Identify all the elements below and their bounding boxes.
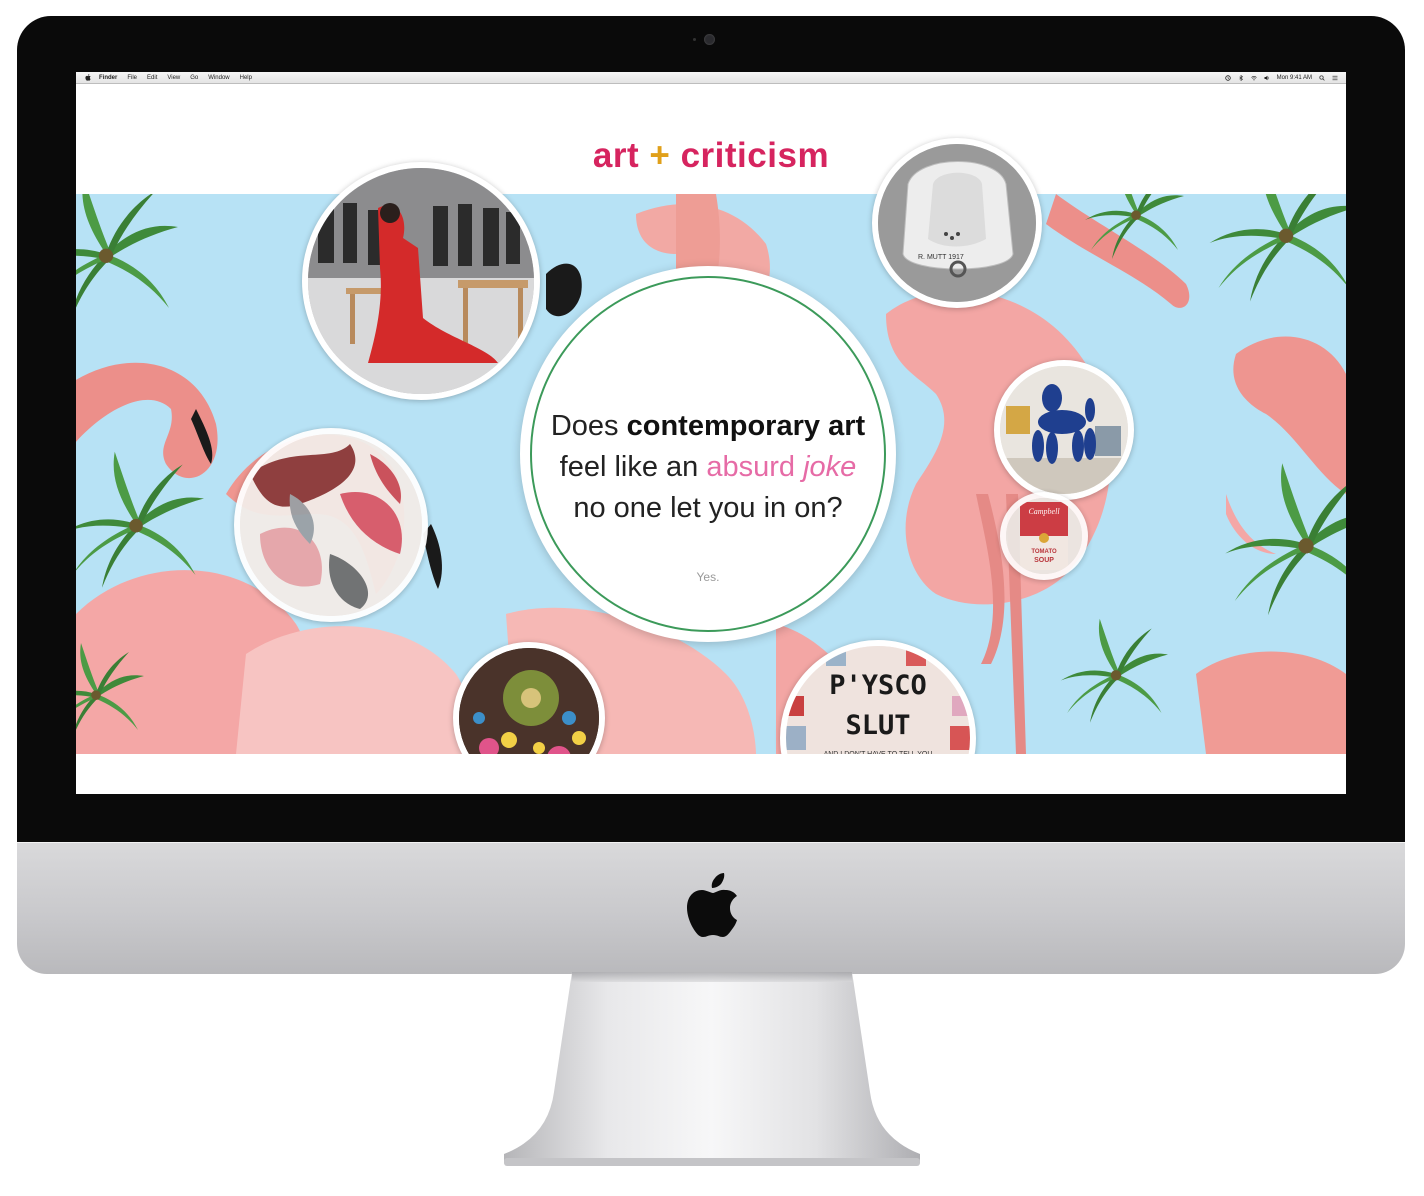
soup-brand: Campbell — [1028, 507, 1060, 516]
question-line-1: Does contemporary art — [520, 406, 896, 447]
artwork-soup-can-circle[interactable]: Campbell TOMATO SOUP — [1000, 492, 1088, 580]
page-below-hero — [76, 754, 1346, 794]
hero-question: Does contemporary art feel like an absur… — [520, 406, 896, 529]
menu-help[interactable]: Help — [240, 75, 252, 81]
question-line-2: feel like an absurd joke — [520, 447, 896, 488]
screen: Finder File Edit View Go Window Help Mon… — [76, 72, 1346, 794]
marbled-painting-image — [240, 434, 422, 616]
time-machine-icon[interactable] — [1224, 74, 1231, 81]
spotlight-search-icon[interactable] — [1319, 74, 1325, 81]
performance-art-image — [308, 168, 534, 394]
menu-edit[interactable]: Edit — [147, 75, 157, 81]
artwork-marbled-circle[interactable] — [234, 428, 428, 622]
artwork-balloon-dog-circle[interactable] — [994, 360, 1134, 500]
title-art: art — [592, 136, 640, 175]
question-line-3: no one let you in on? — [573, 492, 843, 524]
title-criticism: criticism — [680, 136, 830, 175]
wifi-icon[interactable] — [1250, 75, 1257, 81]
volume-icon[interactable] — [1264, 75, 1270, 81]
menu-window[interactable]: Window — [208, 75, 229, 81]
menubar-extras: Mon 9:41 AM — [1224, 72, 1338, 83]
title-plus: + — [649, 136, 671, 175]
question-absurd: absurd — [706, 451, 804, 483]
question-feel-like: feel like an — [559, 451, 707, 483]
soup-line2: SOUP — [1034, 557, 1054, 564]
menubar-clock[interactable]: Mon 9:41 AM — [1277, 75, 1312, 81]
soup-can-image: Campbell TOMATO SOUP — [1006, 498, 1082, 574]
os-menubar: Finder File Edit View Go Window Help Mon… — [76, 72, 1346, 84]
imac-stand — [504, 972, 920, 1166]
artwork-fountain-circle[interactable]: R. MUTT 1917 — [872, 138, 1042, 308]
menu-go[interactable]: Go — [190, 75, 198, 81]
yes-link[interactable]: Yes. — [520, 570, 896, 584]
notification-center-icon[interactable] — [1332, 75, 1338, 81]
quilt-line1: P'YSCO — [829, 670, 927, 701]
apple-menu-icon[interactable] — [85, 74, 91, 81]
site-title[interactable]: art + criticism — [76, 136, 1346, 176]
question-does: Does — [550, 410, 627, 442]
menu-file[interactable]: File — [127, 75, 137, 81]
question-circle: Does contemporary art feel like an absur… — [520, 266, 896, 642]
bluetooth-icon[interactable] — [1238, 74, 1244, 81]
balloon-dog-image — [1000, 366, 1128, 494]
question-contemporary-art: contemporary art — [626, 410, 866, 442]
quilt-line2: SLUT — [845, 710, 910, 741]
soup-line1: TOMATO — [1031, 549, 1057, 555]
artwork-performance-circle[interactable] — [302, 162, 540, 400]
camera-sensor-icon — [693, 38, 696, 41]
apple-logo-icon — [687, 873, 737, 937]
question-joke: joke — [803, 451, 857, 483]
urinal-fountain-image: R. MUTT 1917 — [878, 144, 1036, 302]
menu-view[interactable]: View — [167, 75, 180, 81]
menu-finder[interactable]: Finder — [99, 75, 117, 81]
question-absurd-joke: absurd joke — [706, 451, 856, 483]
urinal-signature: R. MUTT 1917 — [918, 254, 964, 261]
camera-icon — [704, 34, 715, 45]
